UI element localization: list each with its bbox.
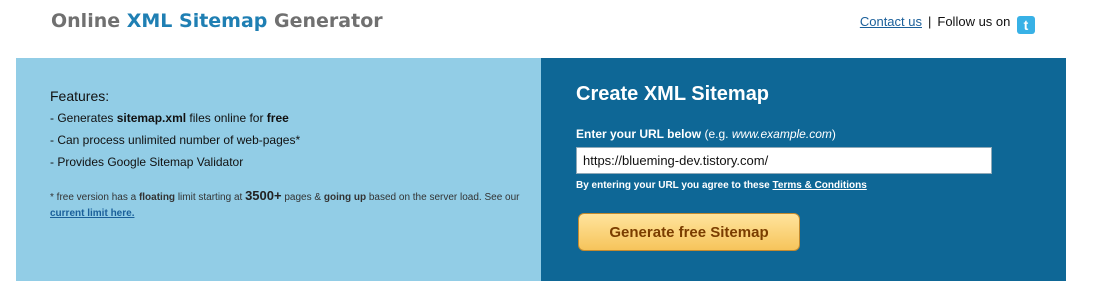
current-limit-link[interactable]: current limit here.	[50, 208, 134, 219]
logo-text-generator: Generator	[267, 10, 383, 32]
footnote-text: pages &	[281, 192, 324, 203]
url-label-hint: )	[831, 127, 836, 141]
terms-conditions-link[interactable]: Terms & Conditions	[773, 180, 867, 191]
features-list: - Generates sitemap.xml files online for…	[50, 108, 300, 174]
main-banner: Features: - Generates sitemap.xml files …	[16, 58, 1066, 281]
url-label-hint: (e.g.	[701, 127, 732, 141]
create-sitemap-panel: Create XML Sitemap Enter your URL below …	[541, 58, 1066, 281]
footnote-going-up: going up	[323, 192, 367, 203]
url-input[interactable]	[576, 147, 992, 174]
features-panel: Features: - Generates sitemap.xml files …	[16, 58, 541, 281]
terms-agreement: By entering your URL you agree to these …	[576, 180, 867, 191]
header-separator: |	[928, 14, 932, 29]
footnote-text: * free version has a	[50, 192, 139, 203]
contact-us-link[interactable]: Contact us	[860, 14, 922, 29]
feature-text: files online for	[186, 111, 267, 125]
top-bar: Online XML Sitemap Generator Contact us |…	[0, 0, 1095, 58]
generate-sitemap-button[interactable]: Generate free Sitemap	[578, 213, 800, 251]
feature-text: - Generates	[50, 111, 117, 125]
feature-bold-free: free	[266, 111, 289, 125]
url-label-bold: Enter your URL below	[576, 127, 702, 141]
agree-text: By entering your URL you agree to these	[576, 180, 773, 191]
header-links: Contact us | Follow us on t	[860, 14, 1035, 34]
url-label: Enter your URL below (e.g. www.example.c…	[576, 127, 836, 141]
features-title: Features:	[50, 88, 110, 104]
feature-item-validator: - Provides Google Sitemap Validator	[50, 155, 244, 169]
feature-bold-sitemap-xml: sitemap.xml	[116, 111, 187, 125]
feature-item-generates: - Generates sitemap.xml files online for…	[50, 108, 300, 130]
footnote-text: limit starting at	[175, 192, 246, 203]
feature-item-unlimited: - Can process unlimited number of web-pa…	[50, 133, 301, 147]
footnote-text: based on the server load. See our	[366, 192, 520, 203]
create-sitemap-title: Create XML Sitemap	[576, 83, 770, 105]
limit-footnote: * free version has a floating limit star…	[50, 188, 520, 222]
twitter-icon[interactable]: t	[1017, 16, 1035, 34]
logo-text-xml-sitemap: XML Sitemap	[126, 10, 268, 32]
url-label-example: www.example.com	[731, 127, 832, 141]
logo-text-online: Online	[51, 10, 127, 32]
footnote-pages-number: 3500+	[245, 188, 282, 203]
follow-us-text: Follow us on	[937, 14, 1011, 29]
site-logo[interactable]: Online XML Sitemap Generator	[51, 10, 383, 32]
footnote-floating: floating	[138, 192, 176, 203]
